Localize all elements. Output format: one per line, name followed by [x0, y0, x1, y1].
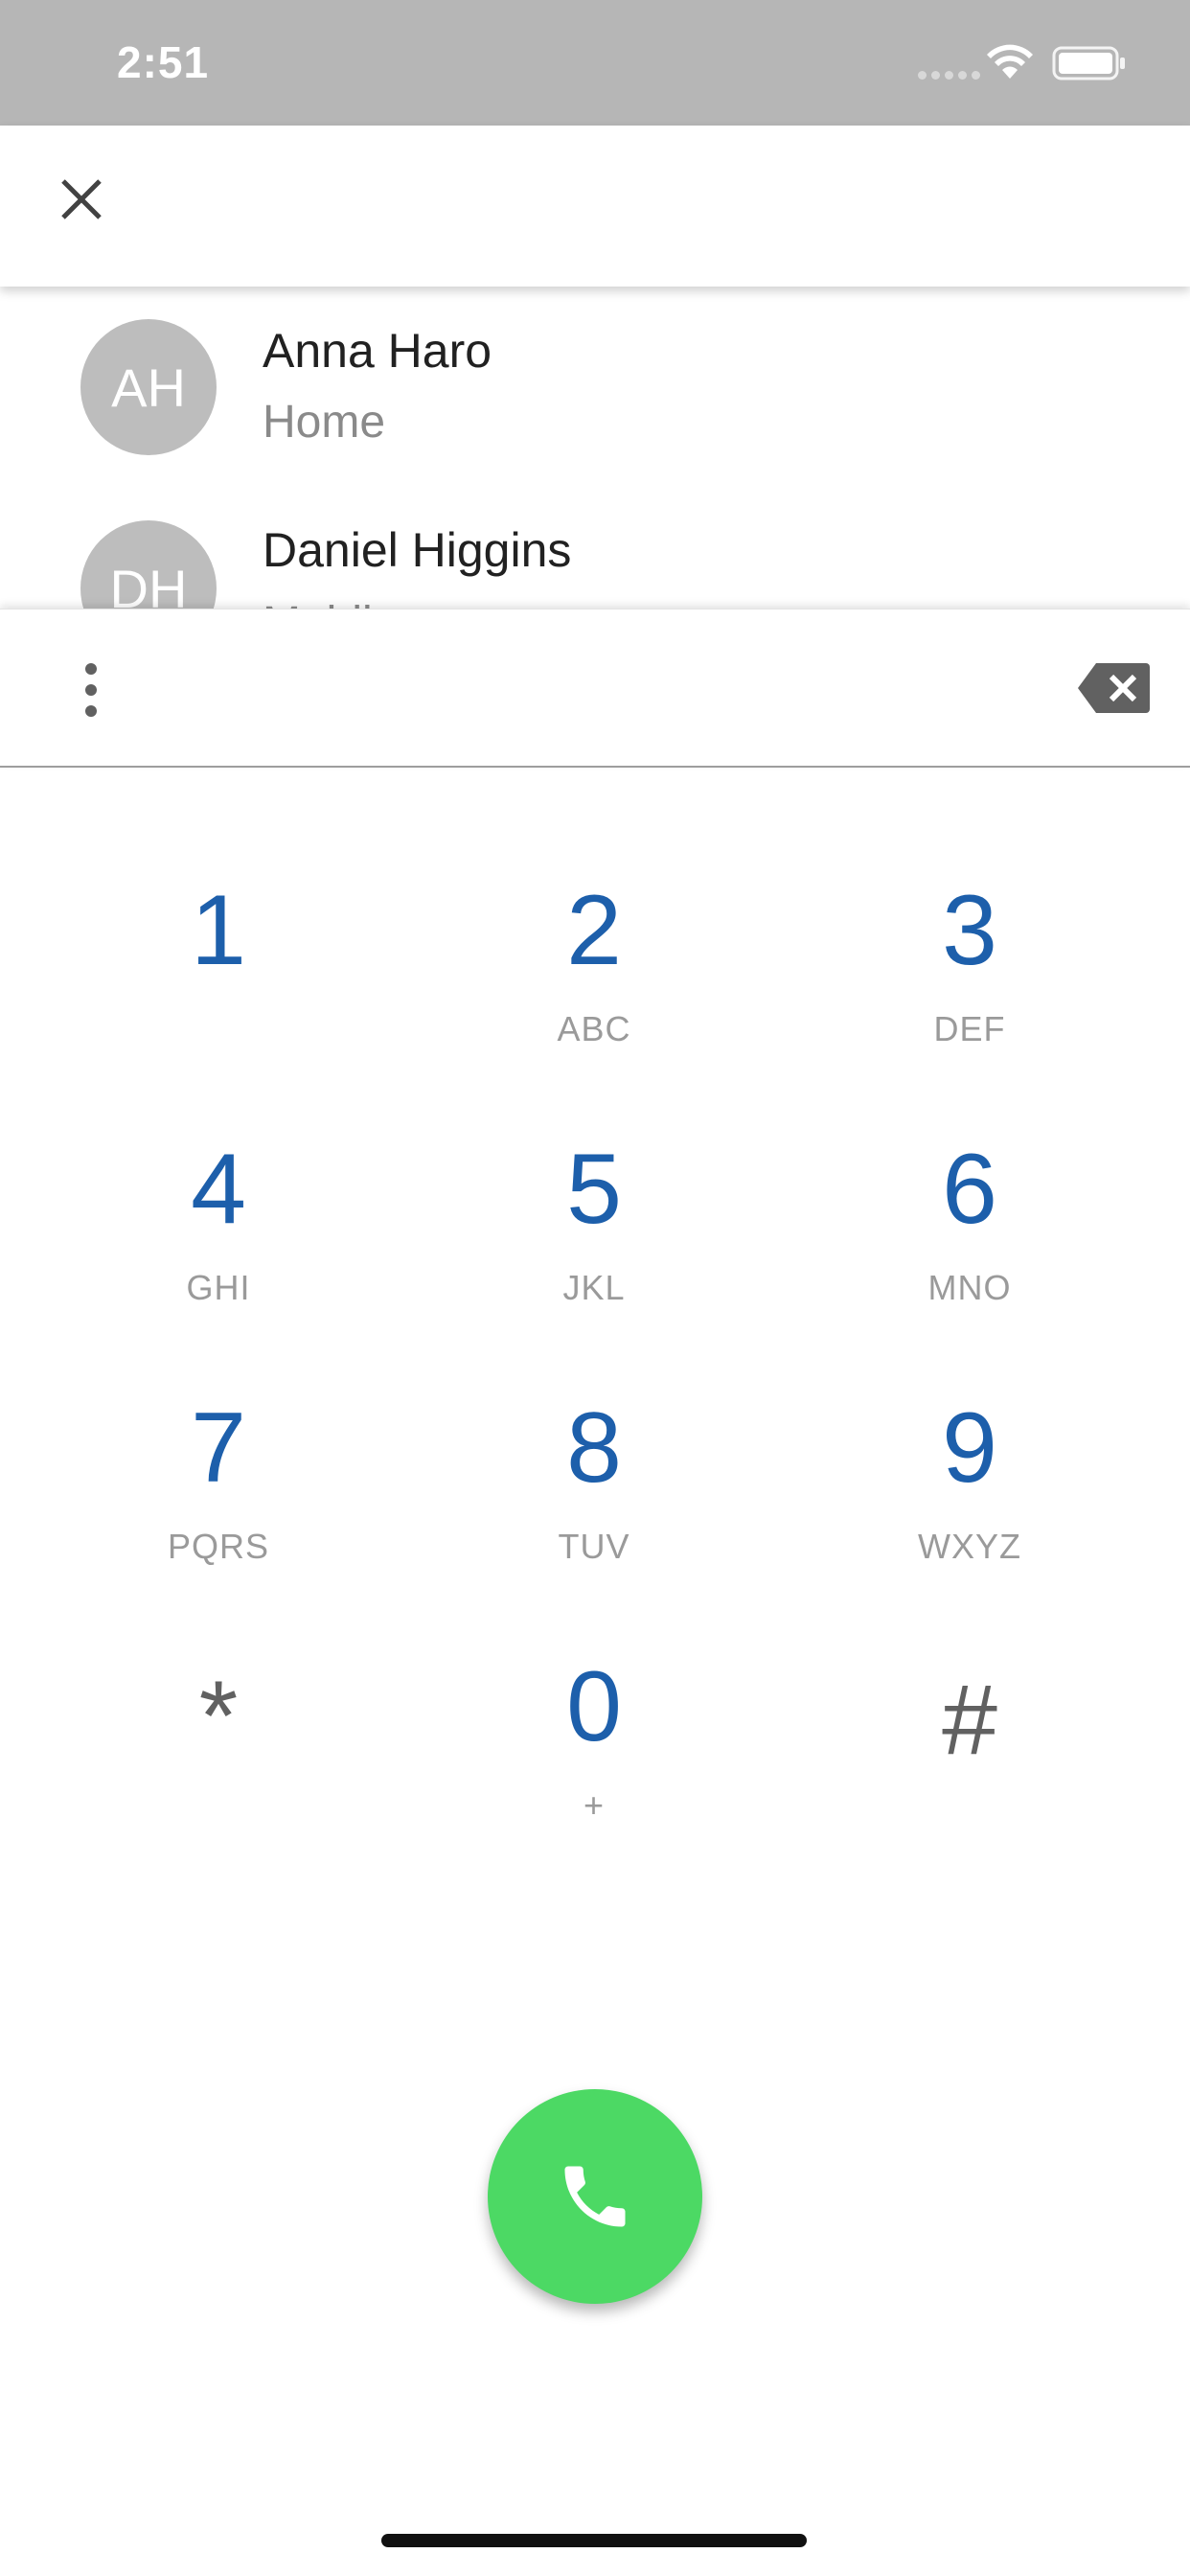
battery-icon	[1052, 46, 1125, 80]
status-bar: 2:51	[0, 0, 1190, 126]
contact-suggestions: AH Anna Haro Home DH Daniel Higgins Mobi…	[0, 287, 1190, 609]
dial-field	[0, 609, 1190, 768]
contact-name: Daniel Higgins	[263, 523, 572, 577]
status-time: 2:51	[117, 37, 210, 87]
key-1[interactable]: 1	[75, 768, 362, 1007]
wifi-icon	[987, 44, 1033, 79]
key-2[interactable]: 2 ABC	[450, 768, 738, 1048]
key-9[interactable]: 9 WXYZ	[826, 1285, 1113, 1566]
key-8[interactable]: 8 TUV	[450, 1285, 738, 1566]
more-vert-icon[interactable]	[75, 661, 107, 719]
key-7[interactable]: 7 PQRS	[75, 1285, 362, 1566]
top-bar	[0, 126, 1190, 287]
contact-number-type: Mobile	[263, 597, 398, 609]
key-6[interactable]: 6 MNO	[826, 1026, 1113, 1307]
avatar: AH	[80, 319, 217, 455]
contact-number-type: Home	[263, 397, 386, 448]
key-star[interactable]: *	[75, 1544, 362, 1783]
home-indicator	[381, 2534, 807, 2547]
key-3[interactable]: 3 DEF	[826, 768, 1113, 1048]
contact-row-daniel-higgins[interactable]: DH Daniel Higgins Mobile	[0, 520, 1190, 609]
key-4[interactable]: 4 GHI	[75, 1026, 362, 1307]
avatar: DH	[80, 520, 217, 609]
close-icon[interactable]	[50, 168, 113, 231]
phone-icon	[564, 2166, 626, 2227]
contact-name: Anna Haro	[263, 324, 492, 378]
number-display[interactable]	[153, 652, 1016, 728]
key-0[interactable]: 0 +	[450, 1544, 738, 1825]
key-hash[interactable]: #	[826, 1544, 1113, 1783]
backspace-icon[interactable]	[1077, 661, 1150, 715]
keypad: 1 2 ABC 3 DEF 4 GHI 5 JKL 6 MNO 7 PQRS 8…	[0, 768, 1190, 1825]
contact-row-anna-haro[interactable]: AH Anna Haro Home	[0, 319, 1190, 520]
call-button[interactable]	[488, 2089, 702, 2304]
signal-icon	[918, 71, 980, 80]
key-5[interactable]: 5 JKL	[450, 1026, 738, 1307]
